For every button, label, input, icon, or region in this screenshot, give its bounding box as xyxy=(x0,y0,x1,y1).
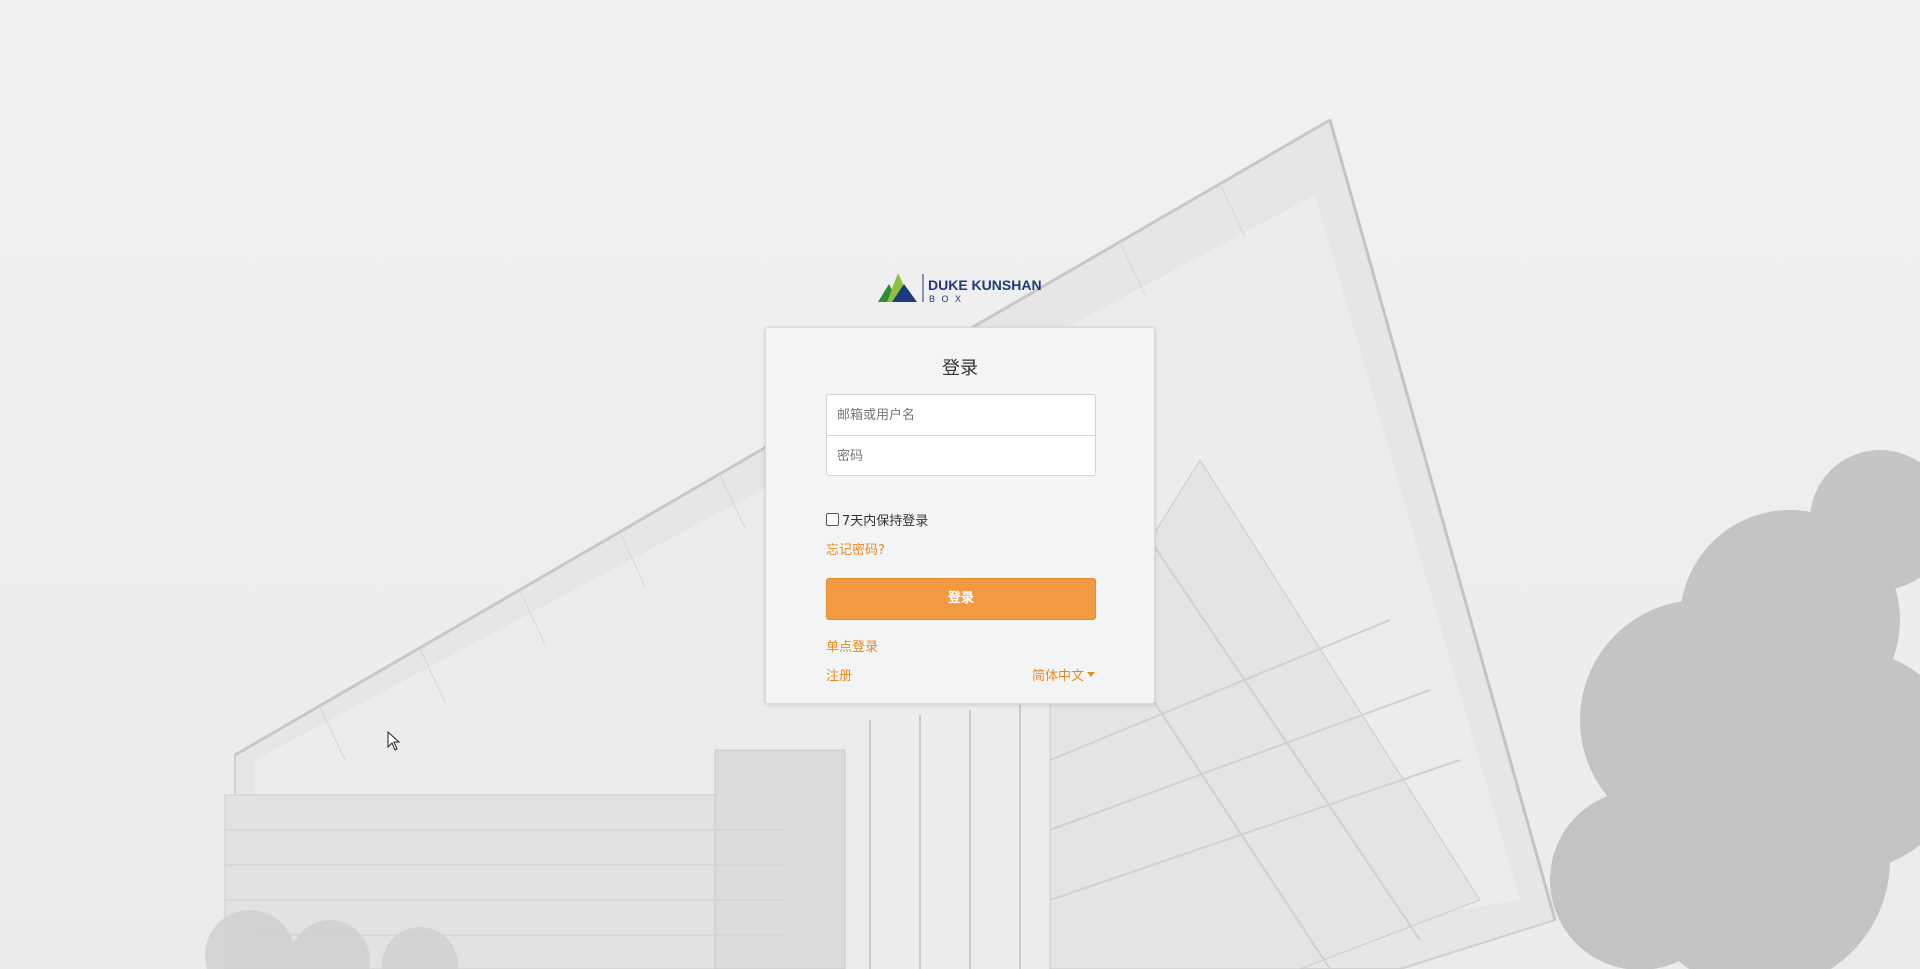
login-button[interactable]: 登录 xyxy=(826,578,1096,620)
login-page: DUKE KUNSHAN B O X 登录 7天内保持登录 忘记密码? 登录 单… xyxy=(0,0,1920,969)
register-link[interactable]: 注册 xyxy=(826,665,852,684)
remember-me[interactable]: 7天内保持登录 xyxy=(826,510,928,529)
username-input[interactable] xyxy=(827,395,1095,435)
brand-sub: B O X xyxy=(929,294,963,304)
language-label: 简体中文 xyxy=(1031,669,1084,684)
credentials-input-group xyxy=(826,394,1096,476)
duke-kunshan-box-logo: DUKE KUNSHAN B O X xyxy=(878,268,1044,306)
password-input[interactable] xyxy=(827,436,1095,476)
remember-me-label: 7天内保持登录 xyxy=(842,514,929,529)
language-selector[interactable]: 简体中文 xyxy=(1032,665,1095,684)
mountain-logo-icon: DUKE KUNSHAN B O X xyxy=(878,273,1042,304)
sso-login-link[interactable]: 单点登录 xyxy=(826,636,878,655)
login-title: 登录 xyxy=(942,358,978,379)
caret-down-icon xyxy=(1087,672,1095,677)
brand-name: DUKE KUNSHAN xyxy=(928,277,1042,293)
remember-me-checkbox[interactable] xyxy=(826,513,839,526)
mouse-cursor-icon xyxy=(387,731,401,751)
forgot-password-link[interactable]: 忘记密码? xyxy=(826,539,885,558)
login-card: 登录 7天内保持登录 忘记密码? 登录 单点登录 注册 简体中文 xyxy=(765,327,1155,704)
